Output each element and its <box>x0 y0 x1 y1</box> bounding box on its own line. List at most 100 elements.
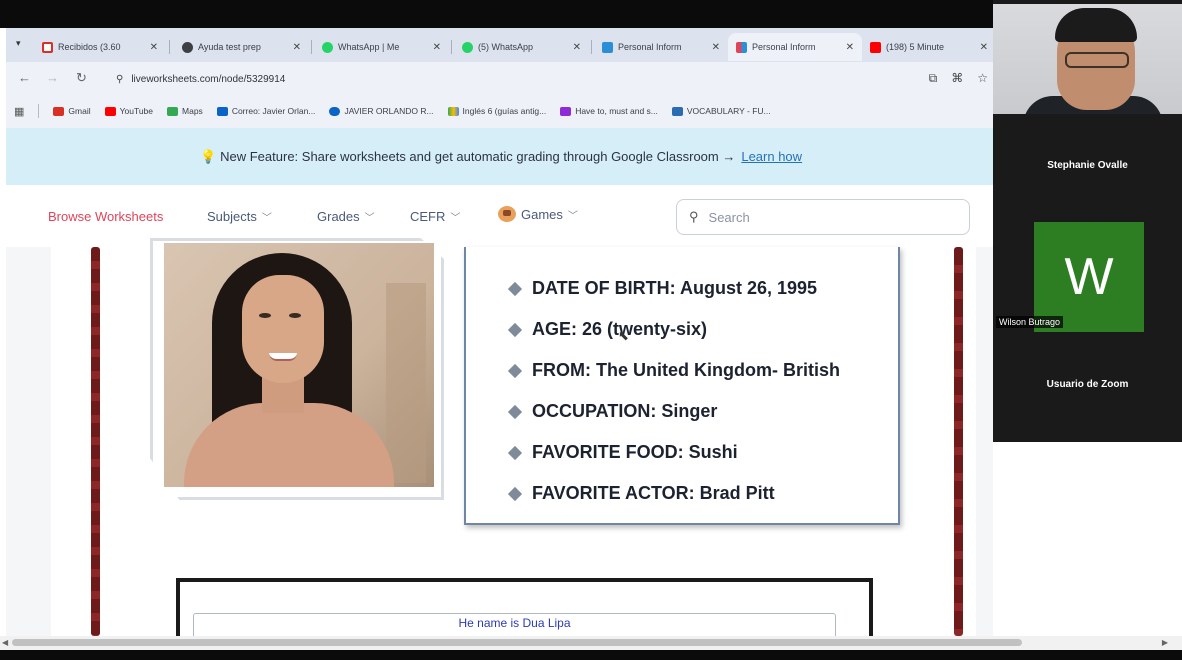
screen: ▾ Recibidos (3.60 ✕ Ayuda test prep ✕ Wh… <box>0 0 1182 660</box>
tab-search-icon[interactable]: ▾ <box>16 38 21 49</box>
banner-text: New Feature: Share worksheets and get au… <box>220 149 736 164</box>
info-text: FAVORITE ACTOR: Brad Pitt <box>532 483 775 503</box>
close-icon[interactable]: ✕ <box>846 42 854 53</box>
grid-app-icon <box>560 106 572 116</box>
bookmark-correo[interactable]: Correo: Javier Orlan... <box>216 106 316 116</box>
bookmark-label: JAVIER ORLANDO R... <box>344 106 434 116</box>
globe-icon <box>182 41 193 53</box>
cefr-label: CEFR <box>410 209 446 224</box>
learn-how-link[interactable]: Learn how <box>741 149 802 164</box>
address-bar[interactable]: ⚲ liveworksheets.com/node/5329914 <box>106 67 924 91</box>
tab-strip: ▾ Recibidos (3.60 ✕ Ayuda test prep ✕ Wh… <box>6 28 996 62</box>
tab-whatsapp-web[interactable]: WhatsApp | Me ✕ <box>314 33 449 61</box>
close-icon[interactable]: ✕ <box>293 42 301 53</box>
bookmark-have-to[interactable]: Have to, must and s... <box>560 106 658 116</box>
close-icon[interactable]: ✕ <box>980 42 988 53</box>
tab-gmail[interactable]: Recibidos (3.60 ✕ <box>34 33 166 61</box>
photo-background-lamp <box>386 283 426 483</box>
info-item-actor: FAVORITE ACTOR: Brad Pitt <box>507 473 840 514</box>
participant-video[interactable] <box>993 4 1182 114</box>
search-placeholder: Search <box>708 209 750 225</box>
scrollbar-thumb[interactable] <box>12 639 1022 646</box>
games-menu[interactable]: Games ﹀ <box>498 206 578 222</box>
info-text: DATE OF BIRTH: August 26, 1995 <box>532 278 818 298</box>
photo-smile <box>269 353 297 361</box>
tab-divider <box>311 40 312 54</box>
address-row: ← → ↻ ⚲ liveworksheets.com/node/5329914 … <box>6 62 996 96</box>
close-icon[interactable]: ✕ <box>573 42 581 53</box>
cefr-menu[interactable]: CEFR ﹀ <box>410 209 460 224</box>
close-icon[interactable]: ✕ <box>150 42 158 53</box>
avatar-letter: W <box>1064 248 1114 306</box>
url-text[interactable]: liveworksheets.com/node/5329914 <box>131 74 285 85</box>
photo-eye <box>289 313 301 318</box>
close-icon[interactable]: ✕ <box>433 42 441 53</box>
diamond-bullet-icon <box>507 281 523 296</box>
back-arrow-icon[interactable]: ← <box>18 70 31 85</box>
outlook-icon <box>216 106 228 116</box>
chevron-down-icon: ﹀ <box>567 210 578 222</box>
worksheet-icon <box>602 41 613 53</box>
info-text: OCCUPATION: Singer <box>532 401 718 421</box>
browser-chrome: ▾ Recibidos (3.60 ✕ Ayuda test prep ✕ Wh… <box>6 28 996 128</box>
gmail-icon <box>53 106 65 116</box>
chevron-down-icon: ﹀ <box>364 213 375 224</box>
lightbulb-icon: 💡 <box>199 148 217 164</box>
bookmark-onedrive[interactable]: JAVIER ORLANDO R... <box>329 106 434 116</box>
star-icon[interactable]: ☆ <box>977 71 988 86</box>
translate-icon[interactable]: ⌘ <box>951 71 963 86</box>
tab-youtube[interactable]: (198) 5 Minute ✕ <box>862 33 996 61</box>
scroll-right-icon[interactable]: ▶ <box>1162 638 1168 647</box>
info-text: FROM: The United Kingdom- British <box>532 360 840 380</box>
tab-divider <box>169 40 170 54</box>
scroll-left-icon[interactable]: ◀ <box>2 638 8 647</box>
tab-label: (198) 5 Minute <box>886 42 945 52</box>
tab-personal-info-active[interactable]: Personal Inform ✕ <box>728 33 862 61</box>
bookmark-label: Inglés 6 (guías antig... <box>462 106 547 116</box>
youtube-icon <box>104 106 116 116</box>
tab-divider <box>451 40 452 54</box>
liveworksheets-icon <box>736 41 747 53</box>
bookmark-vocabulary[interactable]: VOCABULARY - FU... <box>671 106 771 116</box>
right-empty-area <box>993 442 1182 636</box>
bookmark-divider <box>38 104 40 118</box>
tab-personal-info-1[interactable]: Personal Inform ✕ <box>594 33 728 61</box>
horizontal-scrollbar[interactable]: ◀ ▶ <box>0 636 1182 650</box>
diamond-bullet-icon <box>507 486 523 501</box>
whatsapp-icon <box>322 41 333 53</box>
grades-menu[interactable]: Grades ﹀ <box>317 209 375 224</box>
forward-arrow-icon[interactable]: → <box>46 70 59 85</box>
zoom-participants-panel: Stephanie Ovalle W Wilson Butrago Usuari… <box>993 0 1182 442</box>
close-icon[interactable]: ✕ <box>712 42 720 53</box>
bookmark-youtube[interactable]: YouTube <box>104 106 153 116</box>
bookmark-gmail[interactable]: Gmail <box>53 106 91 116</box>
tab-ayuda[interactable]: Ayuda test prep ✕ <box>174 33 309 61</box>
tab-label: Personal Inform <box>752 42 816 52</box>
info-item-from: FROM: The United Kingdom- British <box>507 350 840 391</box>
participant-name-tag: Wilson Butrago <box>996 316 1064 328</box>
subjects-menu[interactable]: Subjects ﹀ <box>207 209 272 224</box>
site-info-icon[interactable]: ⚲ <box>116 74 123 85</box>
photo-eye <box>259 313 271 318</box>
browse-worksheets-link[interactable]: Browse Worksheets <box>48 209 163 224</box>
gmail-icon <box>42 41 53 53</box>
bookmark-label: Have to, must and s... <box>575 106 658 116</box>
whatsapp-icon <box>462 41 473 53</box>
profile-photo <box>164 243 434 487</box>
cloud-icon <box>329 106 341 116</box>
bookmark-maps[interactable]: Maps <box>167 106 203 116</box>
tab-whatsapp[interactable]: (5) WhatsApp ✕ <box>454 33 589 61</box>
bookmark-label: Correo: Javier Orlan... <box>231 106 316 116</box>
video-person-glasses <box>1065 52 1129 68</box>
chevron-down-icon: ﹀ <box>450 213 461 224</box>
cast-icon[interactable]: ⧉ <box>929 71 938 86</box>
reload-icon[interactable]: ↻ <box>76 70 87 86</box>
bookmark-drive[interactable]: Inglés 6 (guías antig... <box>447 106 547 116</box>
youtube-icon <box>870 41 881 53</box>
search-input[interactable]: ⚲ Search <box>676 199 970 235</box>
diamond-bullet-icon <box>507 445 523 460</box>
bookmark-label: VOCABULARY - FU... <box>686 106 771 116</box>
apps-grid-icon[interactable]: ▦ <box>14 105 24 118</box>
answer-input[interactable]: He name is Dua Lipa <box>193 613 836 636</box>
bottom-letterbox <box>0 650 1182 660</box>
